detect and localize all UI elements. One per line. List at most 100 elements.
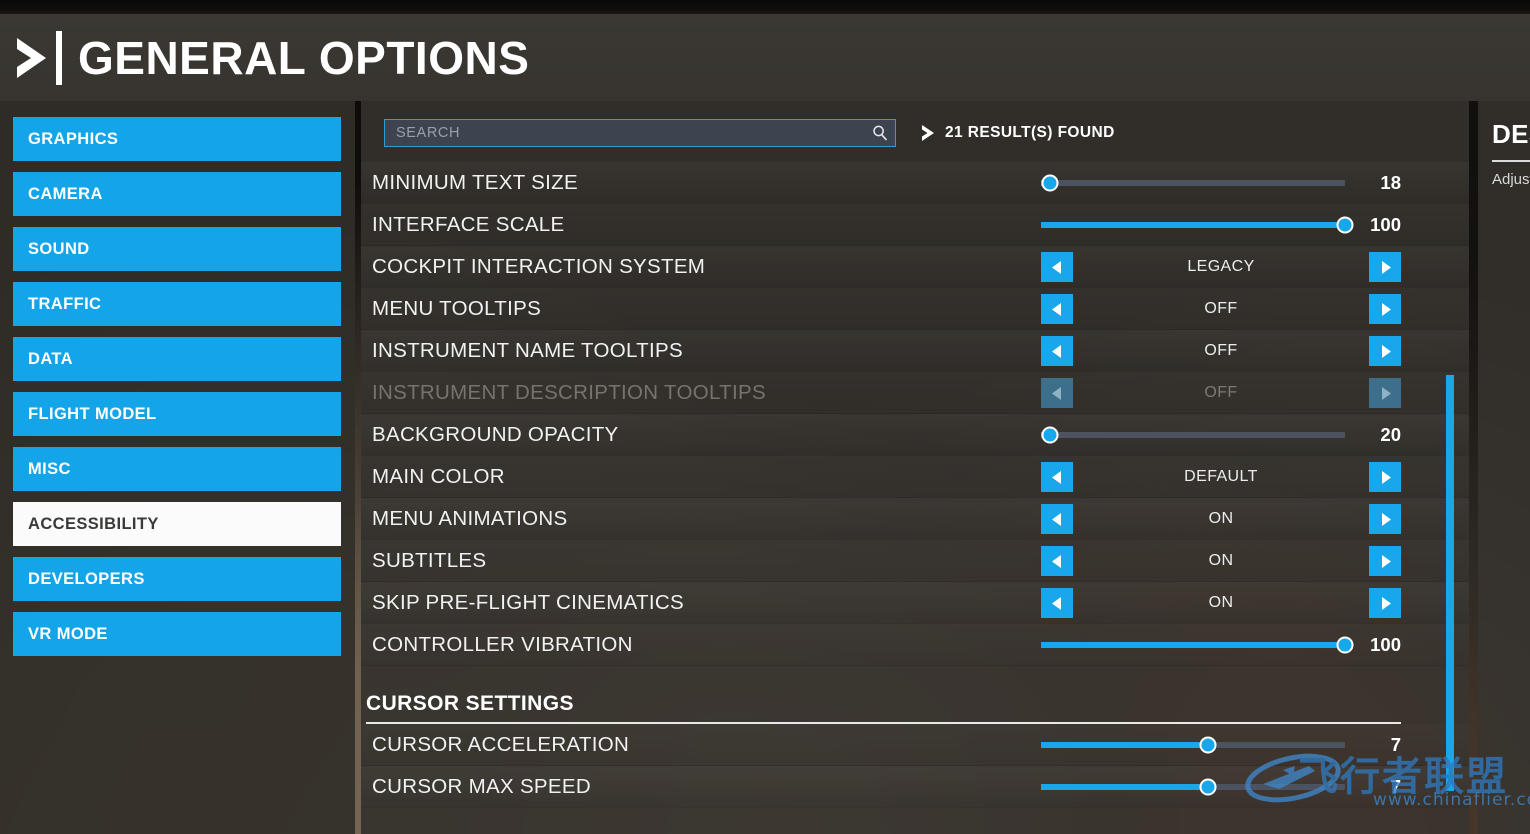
setting-label: SUBTITLES [372, 548, 487, 572]
sidebar-item-flight-model[interactable]: FLIGHT MODEL [13, 392, 341, 436]
setting-row-cursor-max-speed: CURSOR MAX SPEED 7 [361, 766, 1469, 808]
description-body: Adjusts the [1492, 171, 1530, 188]
slider-track[interactable] [1041, 736, 1345, 754]
setting-row-cursor-acceleration: CURSOR ACCELERATION 7 [361, 724, 1469, 766]
search-icon[interactable] [871, 124, 889, 142]
setting-row-interface-scale: INTERFACE SCALE 100 [361, 204, 1469, 246]
sidebar-item-developers[interactable]: DEVELOPERS [13, 557, 341, 601]
spinner-main-color: DEFAULT [1041, 462, 1401, 492]
search-row: 21 RESULT(S) FOUND [361, 118, 1469, 148]
title-divider [56, 30, 62, 85]
slider-fill [1041, 222, 1345, 228]
section-header-cursor-settings: CURSOR SETTINGS [361, 666, 1469, 722]
spinner-value: OFF [1204, 342, 1238, 359]
page-title: GENERAL OPTIONS [78, 31, 530, 84]
spinner-value: OFF [1204, 300, 1238, 317]
slider-value: 18 [1380, 172, 1401, 193]
spinner-prev-button[interactable] [1041, 462, 1073, 492]
slider-knob[interactable] [1199, 736, 1217, 754]
slider-fill [1041, 784, 1209, 790]
spinner-skip-pre-flight-cinematics: ON [1041, 588, 1401, 618]
description-title: DESCRIPTION [1492, 119, 1530, 149]
slider-track[interactable] [1041, 778, 1345, 796]
setting-control: 100 [1041, 204, 1401, 246]
slider-fill [1041, 742, 1209, 748]
setting-control: ON [1041, 582, 1401, 624]
sidebar-item-graphics[interactable]: GRAPHICS [13, 117, 341, 161]
spinner-value: ON [1208, 594, 1234, 611]
sidebar-item-label: FLIGHT MODEL [28, 404, 157, 423]
spinner-next-button[interactable] [1369, 504, 1401, 534]
spinner-next-button[interactable] [1369, 294, 1401, 324]
spinner-next-button[interactable] [1369, 378, 1401, 408]
spinner-next-button[interactable] [1369, 252, 1401, 282]
slider-controller-vibration[interactable]: 100 [1041, 634, 1401, 656]
slider-background-opacity[interactable]: 20 [1041, 424, 1401, 446]
setting-row-menu-animations: MENU ANIMATIONS ON [361, 498, 1469, 540]
setting-label: INSTRUMENT DESCRIPTION TOOLTIPS [372, 380, 766, 404]
spinner-next-button[interactable] [1369, 462, 1401, 492]
spinner-instrument-name-tooltips: OFF [1041, 336, 1401, 366]
slider-knob[interactable] [1336, 216, 1354, 234]
setting-label: MINIMUM TEXT SIZE [372, 170, 578, 194]
slider-cursor-acceleration[interactable]: 7 [1041, 734, 1401, 756]
setting-control: DEFAULT [1041, 456, 1401, 498]
slider-interface-scale[interactable]: 100 [1041, 214, 1401, 236]
setting-row-menu-tooltips: MENU TOOLTIPS OFF [361, 288, 1469, 330]
setting-control: 7 [1041, 766, 1401, 808]
settings-scrollbar-thumb[interactable] [1446, 375, 1454, 791]
spinner-next-button[interactable] [1369, 588, 1401, 618]
spinner-prev-button[interactable] [1041, 294, 1073, 324]
setting-label: MENU ANIMATIONS [372, 506, 568, 530]
sidebar-item-label: SOUND [28, 239, 90, 258]
slider-track[interactable] [1041, 174, 1345, 192]
top-letterbox-band [0, 0, 1530, 14]
description-panel: DESCRIPTION Adjusts the [1478, 101, 1530, 834]
spinner-next-button[interactable] [1369, 336, 1401, 366]
setting-label: COCKPIT INTERACTION SYSTEM [372, 254, 706, 278]
sidebar-item-label: VR MODE [28, 624, 108, 643]
sidebar-item-accessibility[interactable]: ACCESSIBILITY [13, 502, 341, 546]
slider-knob[interactable] [1199, 778, 1217, 796]
setting-control: OFF [1041, 288, 1401, 330]
slider-knob[interactable] [1336, 636, 1354, 654]
slider-minimum-text-size[interactable]: 18 [1041, 172, 1401, 194]
slider-track[interactable] [1041, 636, 1354, 654]
sidebar-item-camera[interactable]: CAMERA [13, 172, 341, 216]
search-input[interactable] [396, 125, 871, 141]
slider-track[interactable] [1041, 426, 1345, 444]
setting-row-skip-pre-flight-cinematics: SKIP PRE-FLIGHT CINEMATICS ON [361, 582, 1469, 624]
setting-label: CONTROLLER VIBRATION [372, 632, 633, 656]
sidebar-item-sound[interactable]: SOUND [13, 227, 341, 271]
setting-label: INTERFACE SCALE [372, 212, 565, 236]
spinner-next-button[interactable] [1369, 546, 1401, 576]
sidebar-item-data[interactable]: DATA [13, 337, 341, 381]
chevron-right-icon [921, 124, 935, 142]
spinner-value: ON [1208, 552, 1234, 569]
spinner-prev-button[interactable] [1041, 252, 1073, 282]
spinner-prev-button[interactable] [1041, 378, 1073, 408]
spinner-prev-button[interactable] [1041, 546, 1073, 576]
slider-knob[interactable] [1041, 426, 1059, 444]
spinner-prev-button[interactable] [1041, 588, 1073, 618]
setting-label: BACKGROUND OPACITY [372, 422, 619, 446]
slider-cursor-max-speed[interactable]: 7 [1041, 776, 1401, 798]
sidebar-item-label: DEVELOPERS [28, 569, 145, 588]
spinner-prev-button[interactable] [1041, 504, 1073, 534]
setting-control: ON [1041, 498, 1401, 540]
search-box[interactable] [384, 119, 896, 147]
slider-value: 20 [1380, 424, 1401, 445]
sidebar-item-vr-mode[interactable]: VR MODE [13, 612, 341, 656]
settings-panel: 21 RESULT(S) FOUND MINIMUM TEXT SIZE 18 IN… [361, 101, 1469, 834]
slider-value: 7 [1390, 776, 1401, 797]
slider-knob[interactable] [1041, 174, 1059, 192]
slider-track[interactable] [1041, 216, 1354, 234]
setting-label: CURSOR ACCELERATION [372, 732, 630, 756]
sidebar-item-misc[interactable]: MISC [13, 447, 341, 491]
setting-control: 7 [1041, 724, 1401, 766]
sidebar-item-traffic[interactable]: TRAFFIC [13, 282, 341, 326]
sidebar-item-label: CAMERA [28, 184, 103, 203]
setting-label: SKIP PRE-FLIGHT CINEMATICS [372, 590, 684, 614]
spinner-prev-button[interactable] [1041, 336, 1073, 366]
setting-row-instrument-name-tooltips: INSTRUMENT NAME TOOLTIPS OFF [361, 330, 1469, 372]
